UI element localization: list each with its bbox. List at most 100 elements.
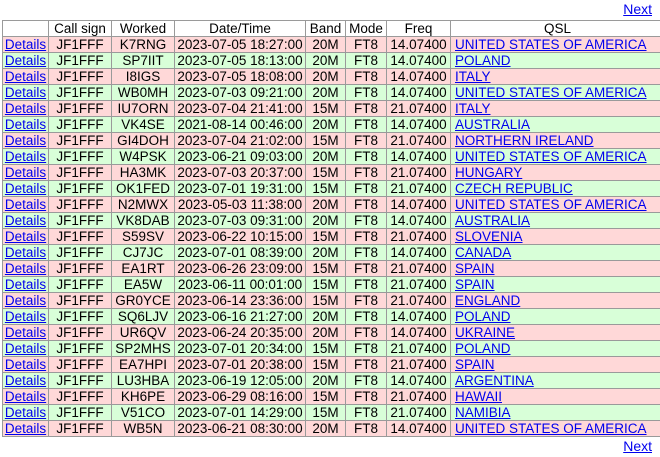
qsl-link[interactable]: UNITED STATES OF AMERICA [455,197,647,212]
worked-cell: I8IGS [112,69,175,85]
details-cell: Details [3,117,49,133]
worked-cell: S59SV [112,229,175,245]
qsl-link[interactable]: ARGENTINA [455,373,534,388]
call-sign-cell: JF1FFF [49,293,112,309]
details-link[interactable]: Details [5,181,46,196]
details-link[interactable]: Details [5,69,46,84]
band-cell: 20M [306,421,346,437]
qsl-cell: UNITED STATES OF AMERICA [451,421,660,437]
qsl-link[interactable]: POLAND [455,341,511,356]
qsl-link[interactable]: SPAIN [455,277,495,292]
details-cell: Details [3,421,49,437]
worked-cell: N2MWX [112,197,175,213]
band-cell: 20M [306,149,346,165]
mode-cell: FT8 [346,213,387,229]
qsl-cell: UNITED STATES OF AMERICA [451,37,660,53]
table-row: DetailsJF1FFFK7RNG2023-07-05 18:27:0020M… [3,37,660,53]
details-link[interactable]: Details [5,325,46,340]
qsl-link[interactable]: CZECH REPUBLIC [455,181,573,196]
details-cell: Details [3,181,49,197]
details-link[interactable]: Details [5,213,46,228]
qsl-link[interactable]: HAWAII [455,389,502,404]
details-link[interactable]: Details [5,277,46,292]
worked-cell: SP2MHS [112,341,175,357]
mode-cell: FT8 [346,165,387,181]
mode-cell: FT8 [346,341,387,357]
table-row: DetailsJF1FFFLU3HBA2023-06-19 12:05:0020… [3,373,660,389]
qsl-cell: CANADA [451,245,660,261]
worked-cell: UR6QV [112,325,175,341]
call-sign-cell: JF1FFF [49,325,112,341]
table-row: DetailsJF1FFFVK8DAB2023-07-03 09:31:0020… [3,213,660,229]
qsl-link[interactable]: AUSTRALIA [455,213,530,228]
qsl-link[interactable]: CANADA [455,245,511,260]
qsl-link[interactable]: UKRAINE [455,325,515,340]
qsl-cell: CZECH REPUBLIC [451,181,660,197]
table-row: DetailsJF1FFFS59SV2023-06-22 10:15:0015M… [3,229,660,245]
freq-cell: 21.07400 [387,405,451,421]
details-link[interactable]: Details [5,53,46,68]
band-cell: 15M [306,277,346,293]
mode-cell: FT8 [346,69,387,85]
details-cell: Details [3,293,49,309]
details-link[interactable]: Details [5,85,46,100]
qsl-link[interactable]: ENGLAND [455,293,520,308]
call-sign-cell: JF1FFF [49,197,112,213]
details-link[interactable]: Details [5,309,46,324]
worked-cell: GI4DOH [112,133,175,149]
details-link[interactable]: Details [5,245,46,260]
details-link[interactable]: Details [5,373,46,388]
datetime-cell: 2023-06-21 08:30:00 [175,421,306,437]
freq-cell: 21.07400 [387,165,451,181]
details-link[interactable]: Details [5,229,46,244]
qsl-link[interactable]: NAMIBIA [455,405,511,420]
qsl-cell: HAWAII [451,389,660,405]
qsl-link[interactable]: HUNGARY [455,165,522,180]
details-link[interactable]: Details [5,357,46,372]
next-link-bottom[interactable]: Next [623,438,652,454]
band-cell: 15M [306,261,346,277]
qsl-link[interactable]: UNITED STATES OF AMERICA [455,149,647,164]
details-link[interactable]: Details [5,197,46,212]
qsl-link[interactable]: SLOVENIA [455,229,523,244]
qsl-cell: SLOVENIA [451,229,660,245]
details-link[interactable]: Details [5,261,46,276]
qsl-link[interactable]: POLAND [455,309,511,324]
band-cell: 20M [306,373,346,389]
details-link[interactable]: Details [5,37,46,52]
call-sign-cell: JF1FFF [49,53,112,69]
details-link[interactable]: Details [5,117,46,132]
band-cell: 15M [306,101,346,117]
details-link[interactable]: Details [5,133,46,148]
bottom-nav: Next [0,437,660,457]
details-link[interactable]: Details [5,165,46,180]
mode-cell: FT8 [346,421,387,437]
details-link[interactable]: Details [5,293,46,308]
band-cell: 15M [306,165,346,181]
qsl-link[interactable]: AUSTRALIA [455,117,530,132]
details-link[interactable]: Details [5,389,46,404]
qsl-link[interactable]: NORTHERN IRELAND [455,133,594,148]
details-link[interactable]: Details [5,405,46,420]
freq-cell: 14.07400 [387,85,451,101]
qsl-cell: HUNGARY [451,165,660,181]
mode-cell: FT8 [346,149,387,165]
details-link[interactable]: Details [5,101,46,116]
datetime-cell: 2021-08-14 00:46:00 [175,117,306,133]
qsl-link[interactable]: UNITED STATES OF AMERICA [455,421,647,436]
qsl-link[interactable]: SPAIN [455,261,495,276]
details-link[interactable]: Details [5,149,46,164]
next-link-top[interactable]: Next [623,1,652,17]
worked-cell: EA5W [112,277,175,293]
details-link[interactable]: Details [5,421,46,436]
qsl-link[interactable]: ITALY [455,101,491,116]
qsl-link[interactable]: ITALY [455,69,491,84]
qsl-link[interactable]: UNITED STATES OF AMERICA [455,85,647,100]
qsl-link[interactable]: SPAIN [455,357,495,372]
worked-cell: IU7ORN [112,101,175,117]
qsl-link[interactable]: POLAND [455,53,511,68]
table-row: DetailsJF1FFFHA3MK2023-07-03 20:37:0015M… [3,165,660,181]
qsl-link[interactable]: UNITED STATES OF AMERICA [455,37,647,52]
details-link[interactable]: Details [5,341,46,356]
table-row: DetailsJF1FFFI8IGS2023-07-05 18:08:0020M… [3,69,660,85]
